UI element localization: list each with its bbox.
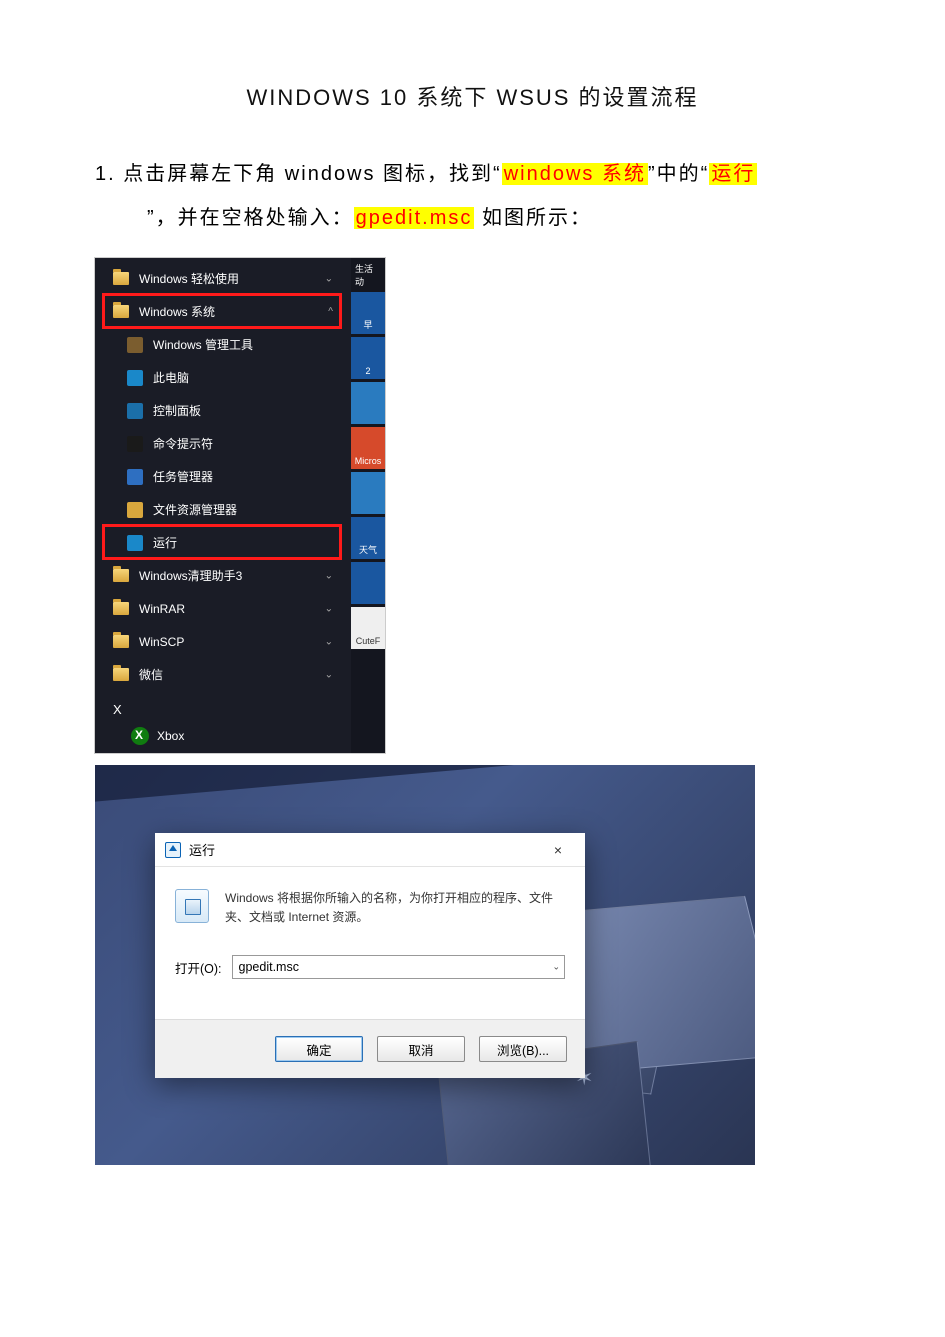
start-menu-item-label: Windows清理助手3 bbox=[139, 567, 242, 584]
run-description-text: Windows 将根据你所输入的名称，为你打开相应的程序、文件夹、文档或 Int… bbox=[225, 889, 565, 927]
chevron-icon[interactable]: ⌄ bbox=[325, 273, 333, 284]
chevron-down-icon[interactable]: ⌄ bbox=[552, 962, 560, 973]
run-dialog-window: 运行 × Windows 将根据你所输入的名称，为你打开相应的程序、文件夹、文档… bbox=[155, 833, 585, 1078]
start-tile[interactable]: 早 bbox=[351, 292, 385, 334]
app-icon bbox=[127, 436, 143, 452]
folder-icon bbox=[113, 668, 129, 681]
document-title: WINDOWS 10 系统下 WSUS 的设置流程 bbox=[95, 80, 850, 112]
xbox-icon bbox=[131, 727, 149, 745]
start-menu-xbox-item[interactable]: Xbox bbox=[131, 727, 184, 745]
run-icon bbox=[165, 842, 181, 858]
start-menu-app-item[interactable]: 此电脑 bbox=[107, 361, 339, 394]
start-menu-item-label: Windows 系统 bbox=[139, 303, 215, 320]
close-button[interactable]: × bbox=[537, 837, 579, 863]
cancel-button[interactable]: 取消 bbox=[377, 1036, 465, 1062]
app-icon bbox=[127, 535, 143, 551]
run-dialog-button-row: 确定 取消 浏览(B)... bbox=[155, 1019, 585, 1078]
start-menu-folder[interactable]: 微信 ⌄ bbox=[107, 658, 339, 691]
highlight-run-prefix: 运行 bbox=[709, 163, 757, 185]
start-menu-app-item[interactable]: 运行 bbox=[107, 526, 339, 559]
start-menu-app-item[interactable]: 文件资源管理器 bbox=[107, 493, 339, 526]
start-tile[interactable]: 2 bbox=[351, 337, 385, 379]
highlight-gpedit: gpedit.msc bbox=[354, 207, 475, 229]
start-tile[interactable]: CuteF bbox=[351, 607, 385, 649]
open-label: 打开(O): bbox=[175, 958, 222, 977]
start-menu-item-label: 命令提示符 bbox=[153, 435, 213, 452]
run-dialog-title: 运行 bbox=[189, 840, 537, 859]
chevron-icon[interactable]: ⌄ bbox=[325, 636, 333, 647]
app-icon bbox=[127, 502, 143, 518]
start-menu-folder[interactable]: WinRAR ⌄ bbox=[107, 592, 339, 625]
step-number: 1. bbox=[95, 163, 116, 185]
start-menu-app-item[interactable]: 命令提示符 bbox=[107, 427, 339, 460]
start-tile[interactable] bbox=[351, 382, 385, 424]
start-tile[interactable] bbox=[351, 472, 385, 514]
tile-group-header: 生活动 bbox=[351, 258, 385, 292]
start-menu-item-label: Windows 管理工具 bbox=[153, 336, 253, 353]
app-icon bbox=[127, 337, 143, 353]
start-menu-item-label: WinSCP bbox=[139, 635, 184, 649]
step-text-part: 如图所示： bbox=[474, 207, 592, 229]
start-menu-folder[interactable]: Windows清理助手3 ⌄ bbox=[107, 559, 339, 592]
start-menu-folder[interactable]: Windows 系统 ^ bbox=[107, 295, 339, 328]
step-text-part: 点击屏幕左下角 windows 图标，找到“ bbox=[123, 163, 501, 185]
start-menu-item-label: WinRAR bbox=[139, 602, 185, 616]
app-icon bbox=[127, 403, 143, 419]
start-tile[interactable] bbox=[351, 562, 385, 604]
chevron-icon[interactable]: ⌄ bbox=[325, 669, 333, 680]
start-menu-tiles: 生活动 早2 Micros 天气 CuteF bbox=[351, 258, 385, 753]
folder-icon bbox=[113, 305, 129, 318]
xbox-label: Xbox bbox=[157, 729, 184, 743]
app-icon bbox=[127, 469, 143, 485]
start-menu-item-label: 控制面板 bbox=[153, 402, 201, 419]
start-tile[interactable]: 天气 bbox=[351, 517, 385, 559]
start-menu-folder[interactable]: WinSCP ⌄ bbox=[107, 625, 339, 658]
start-tile[interactable]: Micros bbox=[351, 427, 385, 469]
run-dialog-titlebar[interactable]: 运行 × bbox=[155, 833, 585, 867]
chevron-icon[interactable]: ⌄ bbox=[325, 603, 333, 614]
run-body-icon bbox=[175, 889, 209, 923]
run-open-combobox[interactable]: gpedit.msc ⌄ bbox=[232, 955, 565, 979]
start-menu-folder[interactable]: Windows 轻松使用 ⌄ bbox=[107, 262, 339, 295]
folder-icon bbox=[113, 272, 129, 285]
folder-icon bbox=[113, 635, 129, 648]
start-menu-item-label: 此电脑 bbox=[153, 369, 189, 386]
step-1-text: 1. 点击屏幕左下角 windows 图标，找到“windows 系统”中的“运… bbox=[95, 152, 850, 240]
start-menu-app-list: Windows 轻松使用 ⌄ Windows 系统 ^ Windows 管理工具此电脑控… bbox=[107, 262, 339, 691]
browse-button[interactable]: 浏览(B)... bbox=[479, 1036, 567, 1062]
start-menu-app-item[interactable]: 控制面板 bbox=[107, 394, 339, 427]
run-open-value: gpedit.msc bbox=[239, 960, 299, 974]
step-text-part: ”，并在空格处输入： bbox=[147, 207, 354, 229]
folder-icon bbox=[113, 602, 129, 615]
start-menu-item-label: 文件资源管理器 bbox=[153, 501, 237, 518]
background-decoration bbox=[95, 765, 755, 805]
start-menu-app-item[interactable]: 任务管理器 bbox=[107, 460, 339, 493]
step-text-part: ”中的“ bbox=[648, 163, 709, 185]
highlight-windows-system: windows 系统 bbox=[502, 163, 648, 185]
start-menu-item-label: 运行 bbox=[153, 534, 177, 551]
chevron-icon[interactable]: ⌄ bbox=[325, 570, 333, 581]
start-menu-item-label: 任务管理器 bbox=[153, 468, 213, 485]
run-dialog-screenshot: ✶ 运行 × Windows 将根据你所输入的名称，为你打开相应的程序、文件夹、… bbox=[95, 765, 755, 1165]
start-menu-item-label: Windows 轻松使用 bbox=[139, 270, 239, 287]
start-menu-app-item[interactable]: Windows 管理工具 bbox=[107, 328, 339, 361]
alphabet-index-letter[interactable]: X bbox=[113, 702, 122, 717]
folder-icon bbox=[113, 569, 129, 582]
app-icon bbox=[127, 370, 143, 386]
chevron-icon[interactable]: ^ bbox=[328, 306, 333, 317]
start-menu-screenshot: Windows 轻松使用 ⌄ Windows 系统 ^ Windows 管理工具此电脑控… bbox=[95, 258, 385, 753]
ok-button[interactable]: 确定 bbox=[275, 1036, 363, 1062]
start-menu-item-label: 微信 bbox=[139, 666, 163, 683]
